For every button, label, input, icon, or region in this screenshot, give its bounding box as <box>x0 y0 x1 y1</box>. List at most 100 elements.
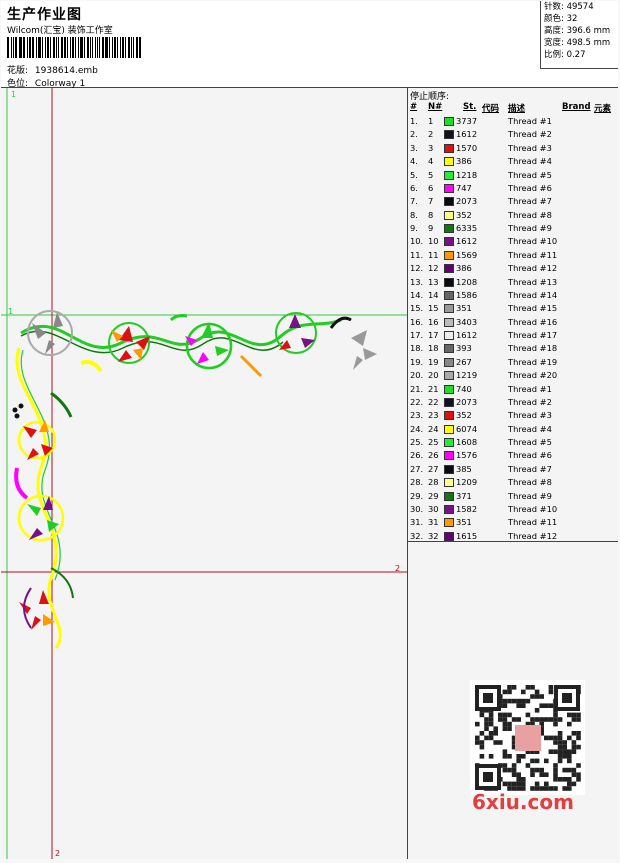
qr-module <box>553 735 558 741</box>
row-desc: Thread #3 <box>508 410 552 421</box>
row-num: 4. <box>410 156 418 167</box>
qr-module <box>502 781 508 787</box>
design-file: 花版: 1938614.emb <box>7 63 98 76</box>
qr-module <box>507 767 512 773</box>
row-num: 13. <box>410 276 424 287</box>
marker-right: 2 <box>395 564 400 573</box>
qr-module <box>516 777 521 782</box>
row-num: 1. <box>410 116 418 126</box>
qr-module <box>567 754 572 759</box>
qr-module <box>544 781 549 787</box>
row-needle: 2 <box>428 129 434 140</box>
barcode-bar <box>139 37 142 58</box>
qr-module <box>479 754 485 759</box>
qr-module <box>567 781 572 787</box>
barcode-bar <box>24 37 26 58</box>
qr-module <box>507 712 512 718</box>
barcode-bar <box>83 37 85 58</box>
row-stitches: 740 <box>456 383 472 394</box>
row-desc: Thread #10 <box>508 503 558 514</box>
design-value: 1938614.emb <box>34 66 98 76</box>
qr-module <box>562 744 567 750</box>
qr-module <box>562 749 567 754</box>
qr-module <box>553 772 558 777</box>
qr-module <box>483 693 493 703</box>
qr-module <box>516 698 521 704</box>
row-needle: 23 <box>428 410 439 421</box>
table-row: 31. 31 351 Thread #11 <box>408 516 618 529</box>
row-stitches: 747 <box>456 182 472 193</box>
row-stitches: 1612 <box>456 236 478 247</box>
thread-table: 1. 1 3737 Thread #1 2. 2 1612 Thread #2 3. 3 1570 T… <box>408 115 618 543</box>
color-swatch <box>444 237 454 247</box>
row-stitches: 385 <box>456 463 472 474</box>
row-needle: 19 <box>428 356 439 367</box>
row-needle: 5 <box>428 169 434 180</box>
qr-module <box>521 754 526 759</box>
qr-module <box>521 698 526 704</box>
table-row: 23. 23 352 Thread #3 <box>408 409 618 422</box>
qr-module <box>539 694 544 699</box>
barcode-bar <box>89 37 91 58</box>
qr-module <box>502 726 508 731</box>
qr-module <box>511 767 517 773</box>
row-num: 17. <box>410 330 424 340</box>
qr-module <box>544 735 549 741</box>
qr-module <box>516 717 521 722</box>
qr-module <box>488 731 494 736</box>
qr-module <box>567 777 572 782</box>
page-title: 生产作业图 <box>7 7 82 23</box>
barcode-bar <box>64 37 67 58</box>
row-desc: Thread #12 <box>508 263 558 274</box>
col-num: # <box>410 102 418 112</box>
qr-module <box>479 731 485 736</box>
barcode-bar <box>57 37 59 58</box>
table-row: 8. 8 352 Thread #8 <box>408 209 618 222</box>
barcode-bar <box>121 37 124 58</box>
table-row: 21. 21 740 Thread #1 <box>408 383 618 396</box>
row-needle: 24 <box>428 423 439 434</box>
table-row: 22. 22 2073 Thread #2 <box>408 396 618 409</box>
row-num: 26. <box>410 450 424 461</box>
row-num: 12. <box>410 263 424 274</box>
row-stitches: 6335 <box>456 223 478 233</box>
table-row: 20. 20 1219 Thread #20 <box>408 369 618 382</box>
table-row: 28. 28 1209 Thread #8 <box>408 476 618 489</box>
color-swatch <box>444 130 454 140</box>
barcode-bar <box>67 37 69 58</box>
qr-module <box>571 772 577 777</box>
qr-module <box>498 717 503 722</box>
qr-module <box>507 721 512 727</box>
qr-module <box>567 735 572 741</box>
row-num: 3. <box>410 142 418 153</box>
qr-module <box>484 717 489 722</box>
row-num: 10. <box>410 236 424 247</box>
qr-module <box>571 781 577 787</box>
barcode-bar <box>131 37 133 58</box>
qr-module <box>539 772 544 777</box>
row-desc: Thread #9 <box>508 490 552 501</box>
color-swatch <box>444 371 454 381</box>
row-stitches: 267 <box>456 356 472 367</box>
qr-module <box>530 772 535 777</box>
color-swatch <box>444 304 454 314</box>
qr-module <box>562 693 572 703</box>
row-stitches: 1209 <box>456 477 478 488</box>
barcode-bar <box>112 37 113 58</box>
barcode-bar <box>127 37 131 58</box>
barcode-bar <box>79 37 83 58</box>
qr-module <box>557 749 563 754</box>
row-desc: Thread #1 <box>508 116 552 126</box>
barcode-bar <box>7 37 9 58</box>
qr-module <box>557 754 563 759</box>
qr-module <box>553 777 558 782</box>
row-desc: Thread #6 <box>508 450 552 461</box>
table-row: 7. 7 2073 Thread #7 <box>408 195 618 208</box>
barcode-bar <box>52 37 55 58</box>
row-stitches: 351 <box>456 303 472 314</box>
qr-module <box>475 735 480 741</box>
barcode-bar <box>70 37 72 58</box>
barcode-bar <box>102 37 105 58</box>
row-stitches: 2073 <box>456 396 478 407</box>
qr-module <box>498 712 503 718</box>
